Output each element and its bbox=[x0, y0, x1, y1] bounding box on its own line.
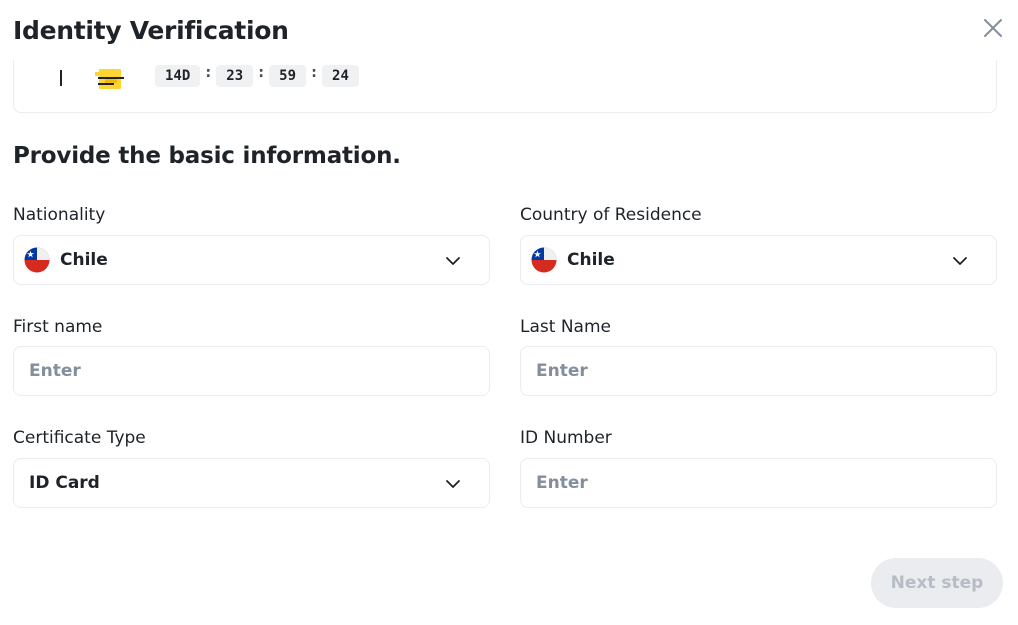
chile-flag-icon bbox=[531, 247, 557, 273]
countdown: 14D : 23 : 59 : 24 bbox=[155, 65, 359, 87]
certificate-type-value: ID Card bbox=[29, 473, 100, 493]
first-name-label: First name bbox=[13, 317, 103, 337]
countdown-days: 14D bbox=[155, 65, 201, 87]
residence-select[interactable]: Chile bbox=[520, 235, 997, 285]
close-button[interactable] bbox=[980, 15, 1006, 41]
last-name-field-wrapper bbox=[520, 346, 997, 396]
residence-label: Country of Residence bbox=[520, 205, 702, 225]
countdown-separator: : bbox=[258, 65, 264, 81]
id-number-input[interactable] bbox=[521, 459, 996, 507]
coupon-icon bbox=[95, 69, 124, 89]
nationality-value: Chile bbox=[60, 250, 108, 270]
promo-timer-card: 14D : 23 : 59 : 24 bbox=[13, 60, 997, 113]
residence-value: Chile bbox=[567, 250, 615, 270]
countdown-seconds: 24 bbox=[322, 65, 359, 87]
nationality-label: Nationality bbox=[13, 205, 106, 225]
chevron-down-icon bbox=[446, 480, 460, 488]
first-name-input[interactable] bbox=[14, 347, 489, 395]
first-name-field-wrapper bbox=[13, 346, 490, 396]
certificate-type-label: Certificate Type bbox=[13, 428, 146, 448]
modal-title: Identity Verification bbox=[13, 16, 289, 45]
id-number-field-wrapper bbox=[520, 458, 997, 508]
divider bbox=[60, 70, 62, 86]
countdown-separator: : bbox=[205, 65, 212, 81]
next-step-button[interactable]: Next step bbox=[871, 558, 1003, 608]
countdown-hours: 23 bbox=[216, 65, 254, 87]
identity-verification-modal: Identity Verification 14D : 23 : 59 : 24… bbox=[0, 0, 1018, 625]
certificate-type-select[interactable]: ID Card bbox=[13, 458, 490, 508]
chile-flag-icon bbox=[24, 247, 50, 273]
close-icon bbox=[984, 19, 1002, 37]
countdown-separator: : bbox=[311, 65, 317, 81]
last-name-label: Last Name bbox=[520, 317, 611, 337]
chevron-down-icon bbox=[953, 257, 967, 265]
countdown-minutes: 59 bbox=[269, 65, 307, 87]
id-number-label: ID Number bbox=[520, 428, 612, 448]
last-name-input[interactable] bbox=[521, 347, 996, 395]
chevron-down-icon bbox=[446, 257, 460, 265]
nationality-select[interactable]: Chile bbox=[13, 235, 490, 285]
form-heading: Provide the basic information. bbox=[13, 143, 401, 169]
